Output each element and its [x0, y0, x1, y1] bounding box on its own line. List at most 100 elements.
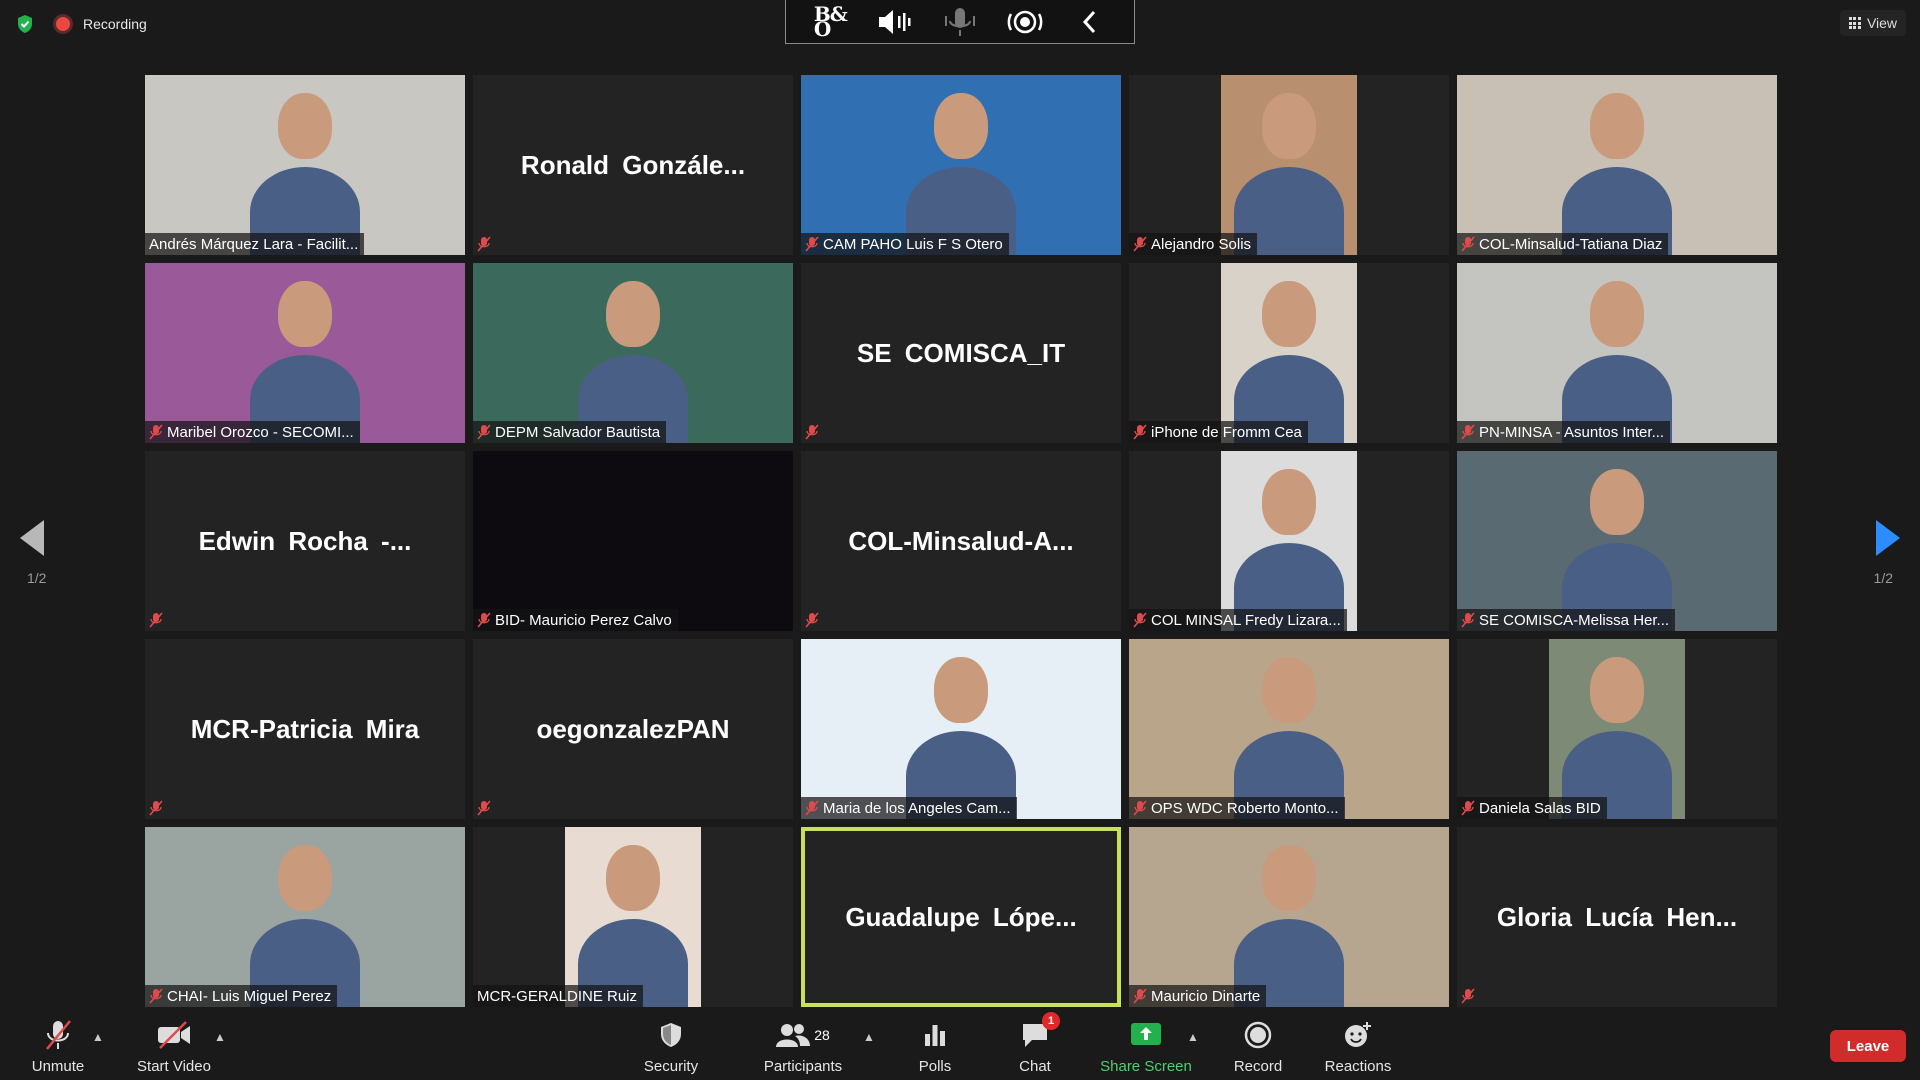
polls-button[interactable]: Polls [880, 1018, 990, 1075]
participant-tile[interactable]: OPS WDC Roberto Monto... [1129, 639, 1449, 819]
microphone-off-icon [43, 1018, 73, 1052]
reactions-button[interactable]: Reactions [1303, 1018, 1413, 1075]
participant-tile[interactable]: oegonzalezPAN [473, 639, 793, 819]
page-indicator-left: 1/2 [27, 570, 47, 586]
participant-tile[interactable]: DEPM Salvador Bautista [473, 263, 793, 443]
participant-silhouette [906, 657, 1016, 819]
recording-label: Recording [83, 16, 147, 32]
floating-toolbar: B& O [785, 0, 1135, 44]
participants-button[interactable]: 28 Participants [748, 1018, 858, 1075]
participant-silhouette [250, 93, 360, 255]
participant-tile[interactable]: SE COMISCA-Melissa Her... [1457, 451, 1777, 631]
meeting-controls-bar: Unmute ▲ Start Video ▲ Security 28 Parti… [0, 1010, 1920, 1080]
participant-label [145, 609, 169, 631]
top-bar: Recording B& O View [0, 0, 1920, 48]
participant-label: Maria de los Angeles Cam... [801, 797, 1017, 819]
participant-label: BID- Mauricio Perez Calvo [473, 609, 678, 631]
participant-tile[interactable]: COL MINSAL Fredy Lizara... [1129, 451, 1449, 631]
participant-label: CHAI- Luis Miguel Perez [145, 985, 338, 1007]
participant-tile[interactable]: MCR-GERALDINE Ruiz [473, 827, 793, 1007]
participant-video [145, 75, 465, 255]
security-button[interactable]: Security [616, 1018, 726, 1075]
share-options-caret-icon[interactable]: ▲ [1187, 1030, 1199, 1044]
reactions-label: Reactions [1324, 1058, 1392, 1075]
participant-label: OPS WDC Roberto Monto... [1129, 797, 1345, 819]
record-button[interactable]: Record [1203, 1018, 1313, 1075]
participant-name: SE COMISCA-Melissa Her... [1479, 611, 1670, 629]
bo-logo-icon[interactable]: B& O [810, 4, 850, 40]
participant-tile[interactable]: Edwin Rocha -... [145, 451, 465, 631]
view-button[interactable]: View [1840, 10, 1906, 36]
participant-name: Andrés Márquez Lara - Facilit... [149, 235, 359, 253]
previous-page-arrow-icon[interactable] [20, 520, 44, 556]
broadcast-icon[interactable] [1005, 4, 1045, 40]
microphone-off-icon [1461, 800, 1475, 816]
participant-tile[interactable]: Maribel Orozco - SECOMI... [145, 263, 465, 443]
participant-label: DEPM Salvador Bautista [473, 421, 667, 443]
audio-options-caret-icon[interactable]: ▲ [92, 1030, 104, 1044]
participant-label: Maribel Orozco - SECOMI... [145, 421, 360, 443]
grid-view-icon [1848, 17, 1861, 29]
microphone-off-icon [805, 612, 819, 628]
chat-unread-badge: 1 [1042, 1012, 1060, 1030]
people-icon [776, 1024, 811, 1047]
participant-display-name: MCR-Patricia Mira [190, 713, 420, 744]
microphone-off-icon [1133, 800, 1147, 816]
participant-video [801, 639, 1121, 819]
participant-tile[interactable]: MCR-Patricia Mira [145, 639, 465, 819]
participant-silhouette [250, 845, 360, 1007]
participant-name: Mauricio Dinarte [1151, 987, 1261, 1005]
participant-tile[interactable]: Ronald Gonzále... [473, 75, 793, 255]
microphone-off-icon [149, 424, 163, 440]
unmute-button[interactable]: Unmute [3, 1018, 113, 1075]
participant-display-name: SE COMISCA_IT [856, 337, 1066, 368]
start-video-button[interactable]: Start Video [119, 1018, 229, 1075]
participant-tile[interactable]: CAM PAHO Luis F S Otero [801, 75, 1121, 255]
participant-tile[interactable]: COL-Minsalud-A... [801, 451, 1121, 631]
participants-options-caret-icon[interactable]: ▲ [863, 1030, 875, 1044]
participant-silhouette [1562, 657, 1672, 819]
participant-video [1129, 639, 1449, 819]
participant-label [1457, 985, 1481, 1007]
participant-tile[interactable]: Maria de los Angeles Cam... [801, 639, 1121, 819]
participant-tile[interactable]: Daniela Salas BID [1457, 639, 1777, 819]
participant-video [1221, 263, 1357, 443]
chevron-left-icon[interactable] [1070, 4, 1110, 40]
participant-silhouette [250, 281, 360, 443]
video-options-caret-icon[interactable]: ▲ [214, 1030, 226, 1044]
encryption-shield-icon[interactable] [16, 14, 34, 34]
participant-tile[interactable]: CHAI- Luis Miguel Perez [145, 827, 465, 1007]
chat-button[interactable]: 1 Chat [980, 1012, 1090, 1075]
participant-video [145, 263, 465, 443]
participant-tile[interactable]: Alejandro Solis [1129, 75, 1449, 255]
participant-label [473, 797, 497, 819]
participant-display-name: Ronald Gonzále... [520, 149, 746, 180]
participant-name: Daniela Salas BID [1479, 799, 1601, 817]
gallery-grid: Andrés Márquez Lara - Facilit... Ronald G… [145, 75, 1777, 1007]
microphone-off-icon [149, 800, 163, 816]
participant-tile[interactable]: Guadalupe Lópe... [801, 827, 1121, 1007]
participant-tile[interactable]: Mauricio Dinarte [1129, 827, 1449, 1007]
next-page-arrow-icon[interactable] [1876, 520, 1900, 556]
share-screen-button[interactable]: Share Screen [1091, 1018, 1201, 1075]
speaker-volume-icon[interactable] [875, 4, 915, 40]
participant-tile[interactable]: SE COMISCA_IT [801, 263, 1121, 443]
participant-display-name: Edwin Rocha -... [198, 525, 412, 556]
participant-tile[interactable]: PN-MINSA - Asuntos Inter... [1457, 263, 1777, 443]
participant-tile[interactable]: BID- Mauricio Perez Calvo [473, 451, 793, 631]
participant-label: SE COMISCA-Melissa Her... [1457, 609, 1676, 631]
participant-tile[interactable]: Gloria Lucía Hen... [1457, 827, 1777, 1007]
participant-tile[interactable]: Andrés Márquez Lara - Facilit... [145, 75, 465, 255]
leave-button[interactable]: Leave [1830, 1030, 1906, 1062]
record-label: Record [1233, 1058, 1283, 1075]
participant-silhouette [578, 845, 688, 1007]
participant-tile[interactable]: COL-Minsalud-Tatiana Diaz [1457, 75, 1777, 255]
microphone-off-icon [1133, 424, 1147, 440]
microphone-level-icon[interactable] [940, 4, 980, 40]
start-video-label: Start Video [137, 1058, 211, 1075]
participant-video [1457, 263, 1777, 443]
participant-tile[interactable]: iPhone de Fromm Cea [1129, 263, 1449, 443]
participant-label: MCR-GERALDINE Ruiz [473, 985, 644, 1007]
record-circle-icon [1244, 1018, 1272, 1052]
microphone-off-icon [477, 800, 491, 816]
